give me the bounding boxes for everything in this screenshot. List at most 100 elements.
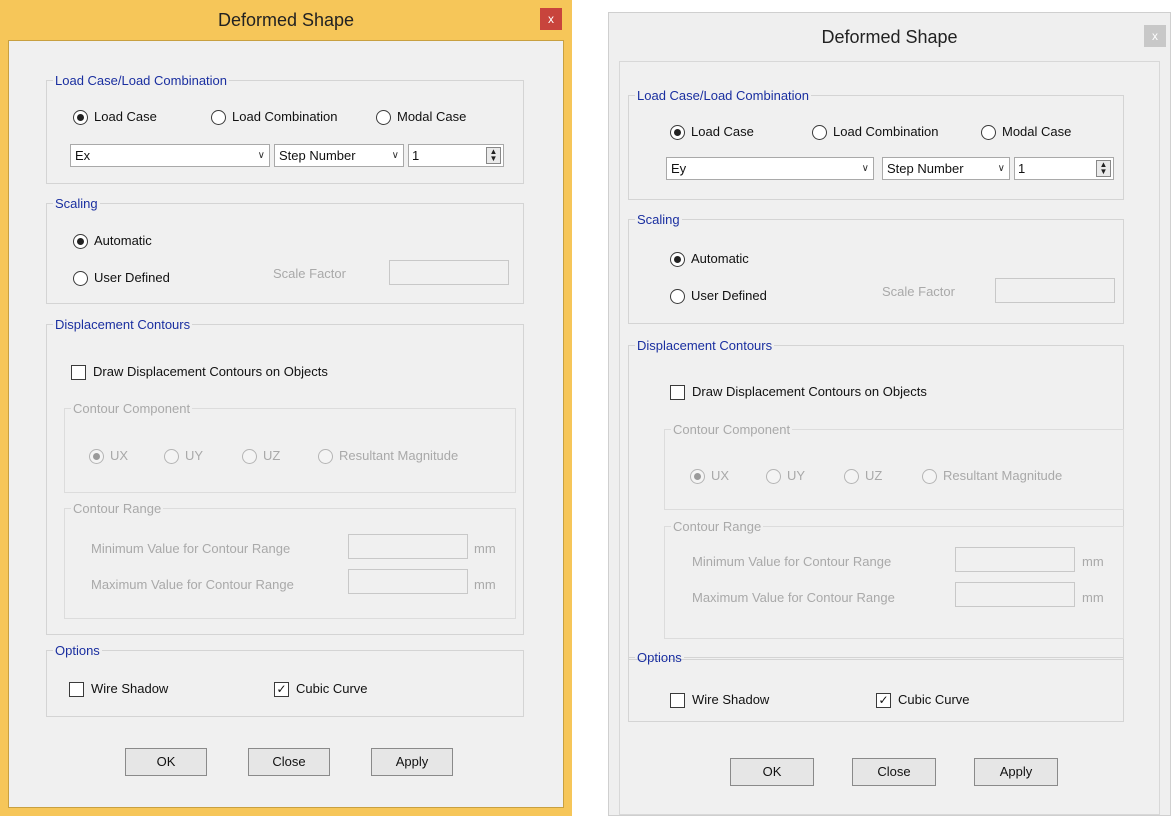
ok-button[interactable]: OK [125,748,207,776]
radio-icon [73,234,88,250]
draw-contours-checkbox[interactable]: Draw Displacement Contours on Objects [670,384,927,401]
radio-resultant-magnitude[interactable]: Resultant Magnitude [318,448,458,465]
ok-button[interactable]: OK [730,758,814,786]
deformed-shape-dialog-inactive: Deformed Shape x Load Case/Load Combinat… [608,12,1171,816]
options-group: Options [628,650,1124,722]
contour-range-group: Contour Range [64,501,516,619]
radio-modal-case[interactable]: Modal Case [981,124,1071,141]
radio-icon [670,289,685,305]
radio-icon [766,469,781,485]
close-icon[interactable]: x [540,8,562,30]
group-legend: Load Case/Load Combination [55,73,228,88]
checkbox-icon: ✓ [274,682,289,698]
radio-resultant-magnitude[interactable]: Resultant Magnitude [922,468,1062,485]
max-value-input[interactable] [955,582,1075,607]
radio-uy[interactable]: UY [766,468,805,485]
scale-factor-input[interactable] [389,260,509,285]
radio-modal-case[interactable]: Modal Case [376,109,466,126]
scale-factor-input[interactable] [995,278,1115,303]
group-legend: Contour Range [73,501,162,516]
radio-user-defined[interactable]: User Defined [670,288,767,305]
dropdown-arrow-icon: ∨ [997,163,1005,174]
checkbox-icon: ✓ [876,693,891,709]
load-case-select[interactable]: Ex ∨ [70,144,270,167]
radio-ux[interactable]: UX [89,448,128,465]
checkbox-icon [69,682,84,698]
spinner-icon[interactable]: ▲ ▼ [1096,160,1111,177]
checkbox-icon [670,385,685,401]
close-icon[interactable]: x [1144,25,1166,47]
radio-load-combination[interactable]: Load Combination [211,109,338,126]
dropdown-arrow-icon: ∨ [391,150,399,161]
dialog-title: Deformed Shape [821,27,958,47]
radio-uz[interactable]: UZ [242,448,280,465]
group-legend: Options [55,643,100,658]
deformed-shape-dialog-active: Deformed Shape x Load Case/Load Combinat… [0,0,572,816]
scale-factor-label: Scale Factor [882,284,955,299]
close-button[interactable]: Close [248,748,330,776]
radio-load-case[interactable]: Load Case [73,109,157,126]
radio-icon [812,125,827,141]
radio-icon [981,125,996,141]
max-value-input[interactable] [348,569,468,594]
max-value-label: Maximum Value for Contour Range [692,590,895,605]
radio-automatic[interactable]: Automatic [73,233,152,250]
load-case-select[interactable]: Ey ∨ [666,157,874,180]
radio-icon [670,252,685,268]
wire-shadow-checkbox[interactable]: Wire Shadow [670,692,769,709]
unit-label: mm [1082,590,1104,605]
dialog-title: Deformed Shape [217,10,355,30]
dialog-client-area: Load Case/Load Combination Load Case Loa… [8,40,564,808]
contour-component-group: Contour Component [664,422,1124,510]
radio-load-case[interactable]: Load Case [670,124,754,141]
radio-icon [73,110,88,126]
min-value-label: Minimum Value for Contour Range [692,554,892,569]
group-legend: Contour Component [673,422,791,437]
options-group: Options [46,643,524,717]
checkbox-icon [71,365,86,381]
scaling-group: Scaling [628,212,1124,324]
radio-icon [376,110,391,126]
group-legend: Contour Range [673,519,762,534]
spinner-icon[interactable]: ▲ ▼ [486,147,501,164]
cubic-curve-checkbox[interactable]: ✓ Cubic Curve [876,692,970,709]
load-case-group: Load Case/Load Combination [628,88,1124,200]
checkbox-icon [670,693,685,709]
group-legend: Displacement Contours [55,317,191,332]
radio-user-defined[interactable]: User Defined [73,270,170,287]
radio-load-combination[interactable]: Load Combination [812,124,939,141]
draw-contours-checkbox[interactable]: Draw Displacement Contours on Objects [71,364,328,381]
unit-label: mm [1082,554,1104,569]
max-value-label: Maximum Value for Contour Range [91,577,294,592]
step-number-input[interactable]: 1 ▲ ▼ [408,144,504,167]
radio-icon [844,469,859,485]
radio-ux[interactable]: UX [690,468,729,485]
step-select[interactable]: Step Number ∨ [274,144,404,167]
step-number-input[interactable]: 1 ▲ ▼ [1014,157,1114,180]
apply-button[interactable]: Apply [974,758,1058,786]
group-legend: Scaling [637,212,680,227]
contour-range-group: Contour Range [664,519,1124,639]
radio-icon [164,449,179,465]
wire-shadow-checkbox[interactable]: Wire Shadow [69,681,168,698]
group-legend: Options [637,650,682,665]
unit-label: mm [474,541,496,556]
step-select[interactable]: Step Number ∨ [882,157,1010,180]
group-legend: Contour Component [73,401,191,416]
radio-automatic[interactable]: Automatic [670,251,749,268]
radio-uz[interactable]: UZ [844,468,882,485]
radio-uy[interactable]: UY [164,448,203,465]
radio-icon [690,469,705,485]
min-value-input[interactable] [348,534,468,559]
radio-icon [318,449,333,465]
radio-icon [73,271,88,287]
dropdown-arrow-icon: ∨ [257,150,265,161]
cubic-curve-checkbox[interactable]: ✓ Cubic Curve [274,681,368,698]
apply-button[interactable]: Apply [371,748,453,776]
close-button[interactable]: Close [852,758,936,786]
radio-icon [922,469,937,485]
radio-icon [242,449,257,465]
min-value-input[interactable] [955,547,1075,572]
dialog-client-area: Load Case/Load Combination Load Case Loa… [619,61,1160,815]
scaling-group: Scaling [46,196,524,304]
